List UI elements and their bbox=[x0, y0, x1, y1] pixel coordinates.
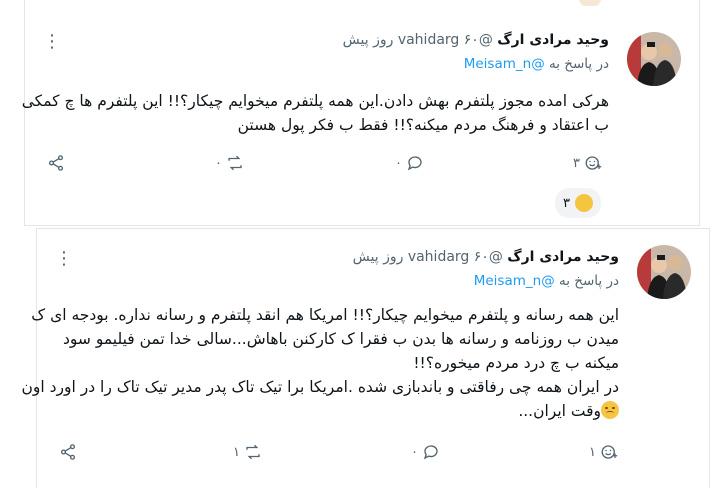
reaction-count: ۳ bbox=[563, 195, 570, 211]
more-options-icon[interactable]: ⋮ bbox=[43, 32, 61, 52]
retweet-button[interactable]: ۰ bbox=[215, 154, 244, 172]
tweet-text-line: میکنه ب چ درد مردم میخوره؟!! bbox=[413, 354, 619, 372]
tweet-text-line: در ایران همه چی رفاقتی و باندبازی شده .ا… bbox=[21, 378, 619, 396]
share-icon bbox=[48, 155, 64, 171]
tweet-card: وحید مرادی ارگ @vahidarg ۶۰ روز پیش در پ… bbox=[22, 228, 710, 488]
retweet-icon bbox=[228, 155, 242, 171]
tweet-text-line: این همه رسانه و پلتفرم میخوایم چیکار؟!! … bbox=[31, 306, 619, 324]
avatar[interactable] bbox=[637, 245, 691, 299]
reply-count: ۰ bbox=[395, 155, 402, 171]
reply-button[interactable]: ۰ bbox=[395, 154, 424, 172]
reply-icon bbox=[423, 445, 438, 460]
tweet-text-line: ب اعتقاد و فرهنگ مردم میکنه؟!! فقط ب فکر… bbox=[237, 116, 609, 134]
thumbs-up-icon bbox=[574, 194, 593, 212]
retweet-count: ۰ bbox=[215, 155, 222, 171]
like-button[interactable]: ۱ bbox=[589, 443, 618, 461]
tweet-header: وحید مرادی ارگ @vahidarg ۶۰ روز پیش bbox=[343, 32, 609, 48]
author-name[interactable]: وحید مرادی ارگ bbox=[507, 249, 619, 265]
tweet-text: این همه رسانه و پلتفرم میخوایم چیکار؟!! … bbox=[22, 303, 619, 423]
like-count: ۳ bbox=[573, 155, 580, 171]
tweet-card: وحید مرادی ارگ @vahidarg ۶۰ روز پیش در پ… bbox=[22, 20, 700, 226]
reply-count: ۰ bbox=[411, 444, 418, 460]
avatar-image bbox=[627, 32, 681, 86]
reply-mention-link[interactable]: @Meisam_n bbox=[464, 56, 545, 72]
add-reaction-icon bbox=[601, 445, 618, 459]
author-handle[interactable]: @vahidarg bbox=[408, 249, 503, 265]
reply-mention-link[interactable]: @Meisam_n bbox=[474, 273, 555, 289]
reply-prefix: در پاسخ به bbox=[548, 56, 609, 72]
author-name[interactable]: وحید مرادی ارگ bbox=[497, 32, 609, 48]
tweet-text: هرکی امده مجوز پلتفرم بهش دادن.این همه پ… bbox=[22, 89, 609, 137]
reaction-pill[interactable]: ۳ bbox=[555, 188, 601, 218]
share-button[interactable] bbox=[59, 443, 77, 461]
avatar[interactable] bbox=[627, 32, 681, 86]
author-handle[interactable]: @vahidarg bbox=[398, 32, 493, 48]
avatar-image bbox=[637, 245, 691, 299]
retweet-button[interactable]: ۱ bbox=[233, 443, 262, 461]
reply-prefix: در پاسخ به bbox=[558, 273, 619, 289]
reply-context: در پاسخ به @Meisam_n bbox=[474, 273, 619, 289]
previous-tweet-edge bbox=[24, 0, 700, 21]
reply-icon bbox=[407, 156, 422, 171]
reply-context: در پاسخ به @Meisam_n bbox=[464, 56, 609, 72]
more-options-icon[interactable]: ⋮ bbox=[55, 249, 73, 269]
tweet-header: وحید مرادی ارگ @vahidarg ۶۰ روز پیش bbox=[353, 249, 619, 265]
retweet-count: ۱ bbox=[233, 444, 240, 460]
share-icon bbox=[60, 444, 76, 460]
tweet-text-line: هرکی امده مجوز پلتفرم بهش دادن.این همه پ… bbox=[21, 92, 609, 110]
share-button[interactable] bbox=[47, 154, 65, 172]
tweet-text-line: میدن ب روزنامه و رسانه ها بدن ب فقرا ک ک… bbox=[63, 330, 619, 348]
like-button[interactable]: ۳ bbox=[573, 154, 602, 172]
reaction-peek bbox=[579, 0, 601, 6]
add-reaction-icon bbox=[585, 156, 602, 170]
retweet-icon bbox=[246, 444, 260, 460]
like-count: ۱ bbox=[589, 444, 596, 460]
sad-face-icon bbox=[601, 401, 619, 419]
tweet-text-line: وقت ایران... bbox=[518, 402, 601, 420]
reply-button[interactable]: ۰ bbox=[411, 443, 440, 461]
